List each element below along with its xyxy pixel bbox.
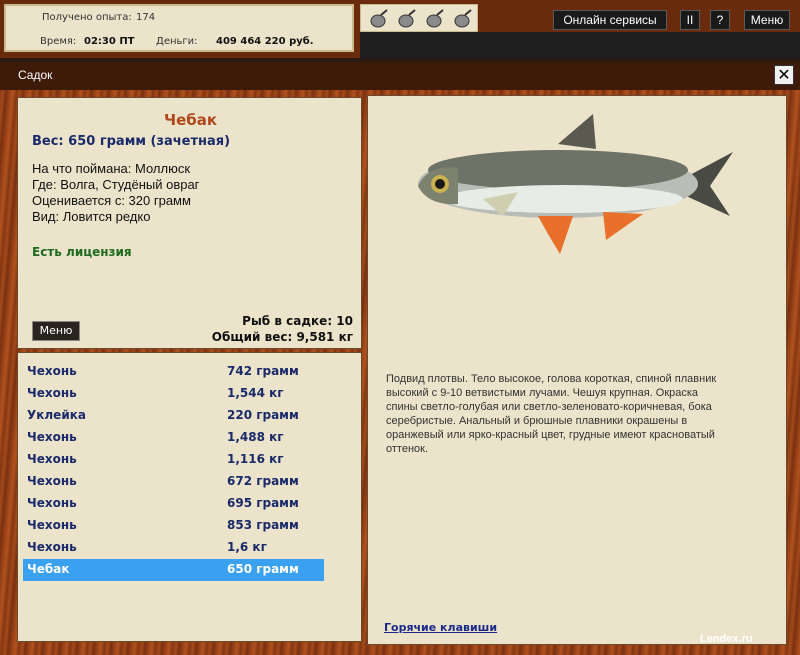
total-weight: Общий вес: 9,581 кг — [211, 330, 353, 344]
fish-bait: На что поймана: Моллюск — [32, 161, 191, 176]
xp-label: Получено опыта: — [42, 12, 132, 23]
top-status-strip — [360, 32, 800, 58]
list-item[interactable]: Чехонь 853 грамм — [23, 515, 324, 537]
wood-frame: Чебак Вес: 650 грамм (зачетная) На что п… — [0, 90, 800, 655]
close-button[interactable]: ✕ — [774, 65, 794, 85]
fish-bag-icon[interactable] — [367, 9, 389, 29]
pause-button[interactable]: II — [680, 10, 700, 30]
fish-valued: Оценивается с: 320 грамм — [32, 193, 191, 208]
keepnet-window: Садок ✕ Чебак Вес: 650 грамм (зачетная) … — [0, 62, 800, 655]
hotkeys-link[interactable]: Горячие клавиши — [384, 621, 497, 634]
list-item[interactable]: Чехонь 1,544 кг — [23, 383, 324, 405]
description-panel: Подвид плотвы. Тело высокое, голова коро… — [367, 95, 787, 645]
list-item[interactable]: Чехонь 695 грамм — [23, 493, 324, 515]
list-item-weight: 220 грамм — [227, 408, 299, 422]
fish-bag-icon[interactable] — [395, 9, 417, 29]
fish-menu-button[interactable]: Меню — [32, 321, 80, 341]
fish-bag-icon[interactable] — [423, 9, 445, 29]
list-item-name: Чехонь — [27, 452, 77, 466]
list-item-name: Чехонь — [27, 540, 77, 554]
fish-count: Рыб в садке: 10 — [242, 314, 353, 328]
list-item[interactable]: Чехонь 1,116 кг — [23, 449, 324, 471]
fish-illustration — [418, 114, 733, 254]
fish-name: Чебак — [163, 111, 218, 129]
list-item-name: Чехонь — [27, 496, 77, 510]
window-title: Садок — [18, 68, 53, 82]
fish-weight: Вес: 650 грамм (зачетная) — [32, 134, 231, 149]
list-item-weight: 853 грамм — [227, 518, 299, 532]
list-item-weight: 1,6 кг — [227, 540, 267, 554]
online-services-button[interactable]: Онлайн сервисы — [553, 10, 667, 30]
main-menu-button[interactable]: Меню — [744, 10, 790, 30]
list-item-weight: 650 грамм — [227, 562, 299, 576]
watermark: Lendex.ru — [700, 633, 753, 645]
player-info-panel: Получено опыта: 174 Время: 02:30 ПТ День… — [4, 4, 354, 52]
fish-description: Подвид плотвы. Тело высокое, голова коро… — [386, 373, 717, 455]
money-label: Деньги: — [156, 36, 198, 47]
top-right-controls: Онлайн сервисы II ? Меню — [478, 4, 800, 32]
list-item-name: Чехонь — [27, 518, 77, 532]
top-bar: Получено опыта: 174 Время: 02:30 ПТ День… — [0, 0, 800, 58]
license-status: Есть лицензия — [32, 245, 132, 259]
list-item-weight: 1,116 кг — [227, 452, 284, 466]
time-value: 02:30 ПТ — [84, 36, 135, 47]
list-item[interactable]: Чехонь 1,6 кг — [23, 537, 324, 559]
fish-bag-icon[interactable] — [451, 9, 473, 29]
list-item[interactable]: Уклейка 220 грамм — [23, 405, 324, 427]
list-item-name: Чебак — [27, 562, 70, 576]
list-item-name: Чехонь — [27, 386, 77, 400]
list-item-weight: 695 грамм — [227, 496, 299, 510]
list-item[interactable]: Чебак 650 грамм — [23, 559, 324, 581]
window-titlebar: Садок ✕ — [0, 62, 800, 90]
xp-value: 174 — [136, 12, 156, 23]
time-label: Время: — [40, 36, 77, 47]
list-item-name: Чехонь — [27, 430, 77, 444]
help-button[interactable]: ? — [710, 10, 730, 30]
fish-place: Где: Волга, Студёный овраг — [32, 177, 200, 192]
list-item-weight: 1,488 кг — [227, 430, 284, 444]
list-item-weight: 742 грамм — [227, 364, 299, 378]
list-item-name: Чехонь — [27, 474, 77, 488]
catch-list: Чехонь 742 грамм Чехонь 1,544 кг Уклейка 220 … — [17, 352, 362, 642]
fish-bag-toolbar — [360, 4, 478, 32]
money-value: 409 464 220 руб. — [216, 36, 314, 47]
list-item-weight: 672 грамм — [227, 474, 299, 488]
list-item-name: Уклейка — [27, 408, 86, 422]
list-item[interactable]: Чехонь 1,488 кг — [23, 427, 324, 449]
list-item-weight: 1,544 кг — [227, 386, 284, 400]
list-item[interactable]: Чехонь 742 грамм — [23, 361, 324, 383]
list-item-name: Чехонь — [27, 364, 77, 378]
list-item[interactable]: Чехонь 672 грамм — [23, 471, 324, 493]
fish-kind: Вид: Ловится редко — [32, 209, 151, 224]
fish-details-card: Чебак Вес: 650 грамм (зачетная) На что п… — [17, 97, 362, 349]
